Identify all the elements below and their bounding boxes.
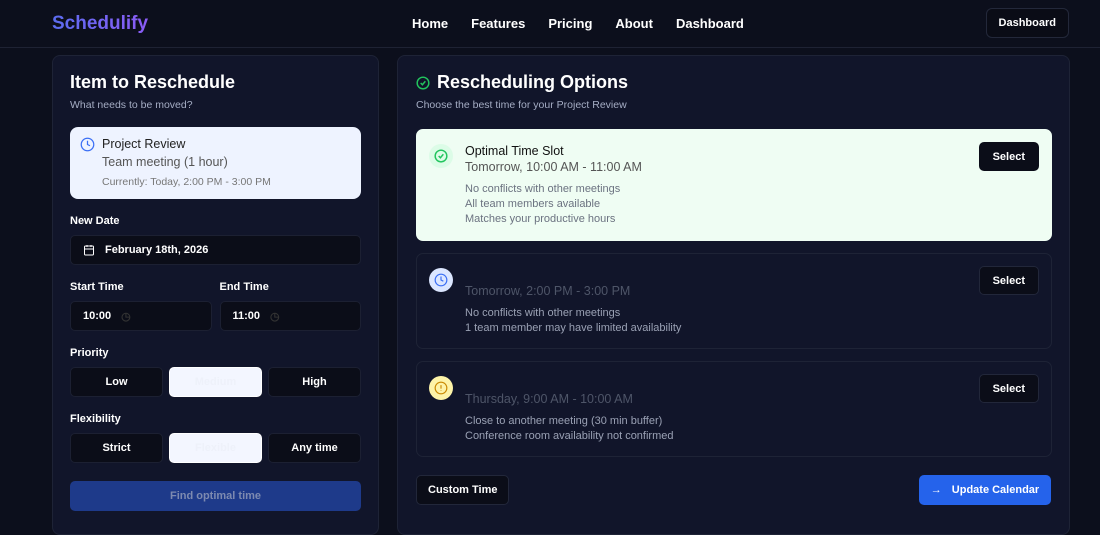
arrow-right-icon: → xyxy=(930,484,942,496)
option-title xyxy=(465,376,1051,392)
update-calendar-button[interactable]: → Update Calendar xyxy=(919,475,1051,505)
item-type: Team meeting (1 hour) xyxy=(102,155,228,169)
priority-low[interactable]: Low xyxy=(70,367,163,397)
calendar-icon xyxy=(84,245,94,256)
date-picker[interactable]: February 18th, 2026 xyxy=(70,235,361,265)
option-time: Tomorrow, 2:00 PM - 3:00 PM xyxy=(465,284,631,298)
nav-dashboard[interactable]: Dashboard xyxy=(676,16,744,31)
select-button[interactable]: Select xyxy=(978,374,1039,403)
rescheduling-options-panel: Rescheduling Options Choose the best tim… xyxy=(397,55,1070,535)
flexibility-label: Flexibility xyxy=(70,413,121,425)
item-current-time: Currently: Today, 2:00 PM - 3:00 PM xyxy=(102,176,271,188)
date-value: February 18th, 2026 xyxy=(105,244,209,256)
option-time: Thursday, 9:00 AM - 10:00 AM xyxy=(465,392,633,406)
check-circle-icon xyxy=(429,144,453,168)
panel-title: Item to Reschedule xyxy=(70,72,236,92)
nav-home[interactable]: Home xyxy=(412,16,448,31)
item-card: Project Review Team meeting (1 hour) Cur… xyxy=(70,127,361,199)
flexibility-any-time[interactable]: Any time xyxy=(268,433,361,463)
panel-title: Rescheduling Options xyxy=(437,72,629,92)
start-time-label: Start Time xyxy=(70,281,124,293)
clock-icon xyxy=(80,137,95,152)
update-calendar-label: Update Calendar xyxy=(951,484,1040,496)
option-note: All team members available xyxy=(465,198,601,210)
priority-label: Priority xyxy=(70,347,109,359)
check-circle-icon xyxy=(416,75,430,90)
reschedule-item-panel: Item to Reschedule What needs to be move… xyxy=(52,55,379,535)
end-time-input[interactable]: 11:00 ◷ xyxy=(219,301,361,331)
priority-medium[interactable]: Medium xyxy=(169,367,262,397)
find-optimal-time-button[interactable]: Find optimal time xyxy=(70,481,361,511)
new-date-label: New Date xyxy=(70,215,120,227)
option-time: Tomorrow, 10:00 AM - 11:00 AM xyxy=(465,160,642,174)
select-button[interactable]: Select xyxy=(978,142,1039,171)
option-card[interactable]: Tomorrow, 2:00 PM - 3:00 PM No conflicts… xyxy=(416,253,1052,349)
nav-pricing[interactable]: Pricing xyxy=(548,16,592,31)
option-note: Close to another meeting (30 min buffer) xyxy=(465,415,663,427)
clock-icon xyxy=(429,268,453,292)
clock-icon: ◷ xyxy=(270,310,280,323)
option-note: Matches your productive hours xyxy=(465,213,616,225)
select-button[interactable]: Select xyxy=(978,266,1039,295)
option-card[interactable]: Thursday, 9:00 AM - 10:00 AM Close to an… xyxy=(416,361,1052,457)
dashboard-button[interactable]: Dashboard xyxy=(985,8,1069,38)
start-time-input[interactable]: 10:00 ◷ xyxy=(70,301,212,331)
top-nav: Schedulify Home Features Pricing About D… xyxy=(0,0,1100,48)
panel-subtitle: Choose the best time for your Project Re… xyxy=(416,99,627,111)
end-time-label: End Time xyxy=(219,281,269,293)
nav-about[interactable]: About xyxy=(615,16,653,31)
nav-features[interactable]: Features xyxy=(471,16,525,31)
option-note: Conference room availability not confirm… xyxy=(465,430,674,442)
priority-high[interactable]: High xyxy=(268,367,361,397)
option-note: No conflicts with other meetings xyxy=(465,183,621,195)
option-note: No conflicts with other meetings xyxy=(465,307,621,319)
clock-icon: ◷ xyxy=(121,310,131,323)
custom-time-button[interactable]: Custom Time xyxy=(416,475,510,505)
end-time-value: 11:00 xyxy=(232,310,261,322)
flexibility-flexible[interactable]: Flexible xyxy=(169,433,262,463)
option-title: Optimal Time Slot xyxy=(465,144,564,158)
panel-subtitle: What needs to be moved? xyxy=(70,99,193,111)
alert-circle-icon xyxy=(429,376,453,400)
option-title xyxy=(465,268,1051,284)
option-note: 1 team member may have limited availabil… xyxy=(465,322,682,334)
item-name: Project Review xyxy=(102,137,186,151)
flexibility-strict[interactable]: Strict xyxy=(70,433,163,463)
option-card[interactable]: Optimal Time Slot Tomorrow, 10:00 AM - 1… xyxy=(416,129,1052,241)
logo[interactable]: Schedulify xyxy=(52,13,148,35)
start-time-value: 10:00 xyxy=(83,310,112,322)
